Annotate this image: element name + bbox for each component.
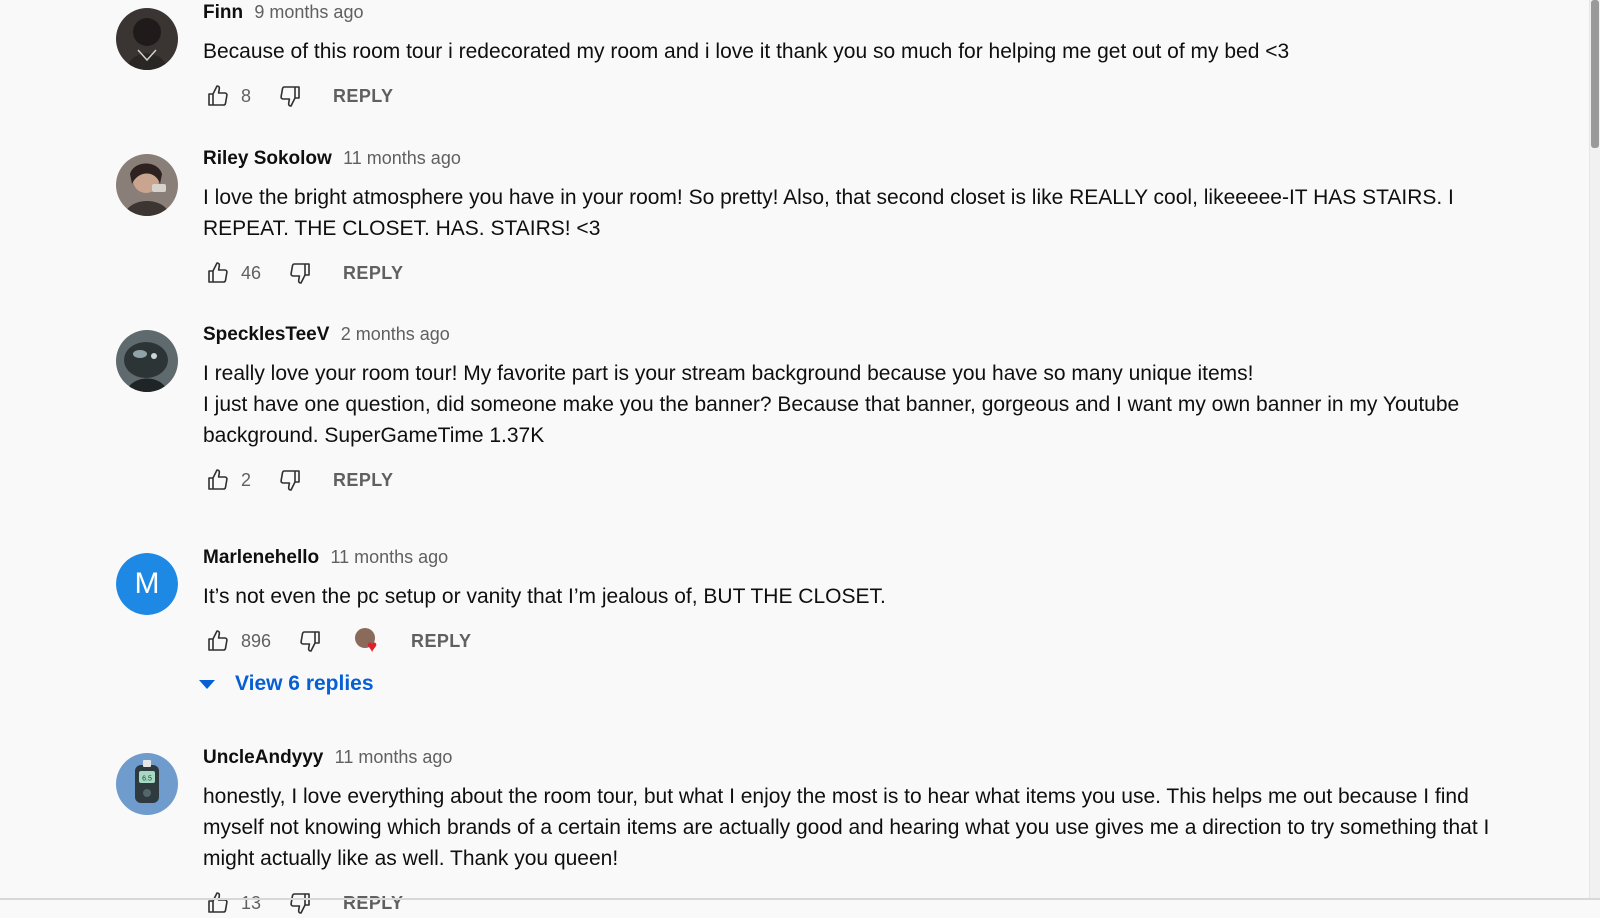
comment-text-line: honestly, I love everything about the ro…: [203, 785, 1490, 870]
glucose-meter-icon: 6.5: [116, 753, 178, 815]
creator-heart-badge[interactable]: ♥: [353, 626, 383, 656]
heart-icon: ♥: [367, 637, 378, 656]
like-button[interactable]: [203, 258, 233, 288]
reply-button[interactable]: REPLY: [343, 263, 403, 284]
avatar[interactable]: [116, 8, 178, 70]
avatar-photo-icon: [116, 154, 178, 216]
avatar-letter-circle: M: [116, 553, 178, 615]
dislike-button[interactable]: [275, 465, 305, 495]
comment-author[interactable]: Finn: [203, 2, 243, 23]
scrollbar-thumb[interactable]: [1591, 0, 1599, 148]
comment-author[interactable]: Riley Sokolow: [203, 148, 332, 169]
thumbs-up-icon: [208, 262, 228, 283]
comment-author[interactable]: Marlenehello: [203, 547, 319, 568]
comment-actions: 13 REPLY: [203, 888, 1516, 918]
comments-list: Finn 9 months ago Because of this room t…: [0, 0, 1590, 914]
comment-text: I love the bright atmosphere you have in…: [203, 182, 1516, 244]
avatar[interactable]: [116, 154, 178, 216]
comment-actions: 8 REPLY: [203, 81, 1516, 111]
comment-actions: 46 REPLY: [203, 258, 1516, 288]
comment-time[interactable]: 11 months ago: [335, 747, 453, 767]
thumbs-down-icon: [290, 893, 310, 914]
meter-screen-text: 6.5: [142, 776, 152, 783]
dislike-button[interactable]: [285, 888, 315, 918]
thumbs-up-icon: [208, 892, 228, 913]
thumbs-down-icon: [290, 263, 310, 284]
reply-button[interactable]: REPLY: [411, 631, 471, 652]
caret-down-icon: [199, 679, 215, 689]
like-count: 8: [241, 85, 252, 106]
thumbs-down-icon: [280, 470, 300, 491]
comment-text: It’s not even the pc setup or vanity tha…: [203, 581, 1516, 612]
thumbs-down-icon: [300, 631, 320, 652]
like-button[interactable]: [203, 626, 233, 656]
comment-text: honestly, I love everything about the ro…: [203, 781, 1516, 874]
dislike-button[interactable]: [285, 258, 315, 288]
comment-actions: 2 REPLY: [203, 465, 1516, 495]
like-button[interactable]: [203, 81, 233, 111]
thumbs-up-icon: [208, 85, 228, 106]
comment-text-line: Because of this room tour i redecorated …: [203, 40, 1290, 63]
like-button[interactable]: [203, 465, 233, 495]
reply-button[interactable]: REPLY: [333, 86, 393, 107]
thumbs-down-icon: [280, 86, 300, 107]
comment-text-line: I really love your room tour! My favorit…: [203, 362, 1254, 385]
comment-text-line: I love the bright atmosphere you have in…: [203, 186, 1454, 240]
avatar-letter: M: [134, 567, 160, 600]
comment-time[interactable]: 11 months ago: [343, 148, 461, 168]
view-replies-button[interactable]: View 6 replies: [199, 672, 1516, 696]
thumbs-up-icon: [208, 469, 228, 490]
thumbs-up-icon: [208, 630, 228, 651]
comment-author[interactable]: SpecklesTeeV: [203, 324, 329, 345]
scrollbar[interactable]: [1589, 0, 1600, 900]
avatar[interactable]: [116, 330, 178, 392]
reply-button[interactable]: REPLY: [343, 893, 403, 914]
reply-button[interactable]: REPLY: [333, 470, 393, 491]
like-count: 13: [241, 892, 262, 913]
comment-actions: 896 ♥ REPLY: [203, 626, 1516, 656]
like-count: 896: [241, 630, 272, 651]
like-button[interactable]: [203, 888, 233, 918]
avatar[interactable]: 6.5: [116, 753, 178, 815]
comment-text-line: I just have one question, did someone ma…: [203, 393, 1460, 447]
dislike-button[interactable]: [275, 81, 305, 111]
comment-text-line: It’s not even the pc setup or vanity tha…: [203, 585, 886, 608]
comment-time[interactable]: 9 months ago: [254, 2, 363, 22]
avatar-photo-icon: [116, 8, 178, 70]
comment-time[interactable]: 11 months ago: [330, 547, 448, 567]
like-count: 2: [241, 469, 252, 490]
comment-author[interactable]: UncleAndyyy: [203, 747, 323, 768]
like-count: 46: [241, 262, 262, 283]
comment-text: Because of this room tour i redecorated …: [203, 36, 1516, 67]
view-replies-label: View 6 replies: [235, 672, 374, 695]
dislike-button[interactable]: [295, 626, 325, 656]
avatar-photo-icon: [116, 330, 178, 392]
avatar[interactable]: M: [116, 553, 178, 615]
comment-text: I really love your room tour! My favorit…: [203, 358, 1516, 451]
comment-time[interactable]: 2 months ago: [341, 324, 450, 344]
